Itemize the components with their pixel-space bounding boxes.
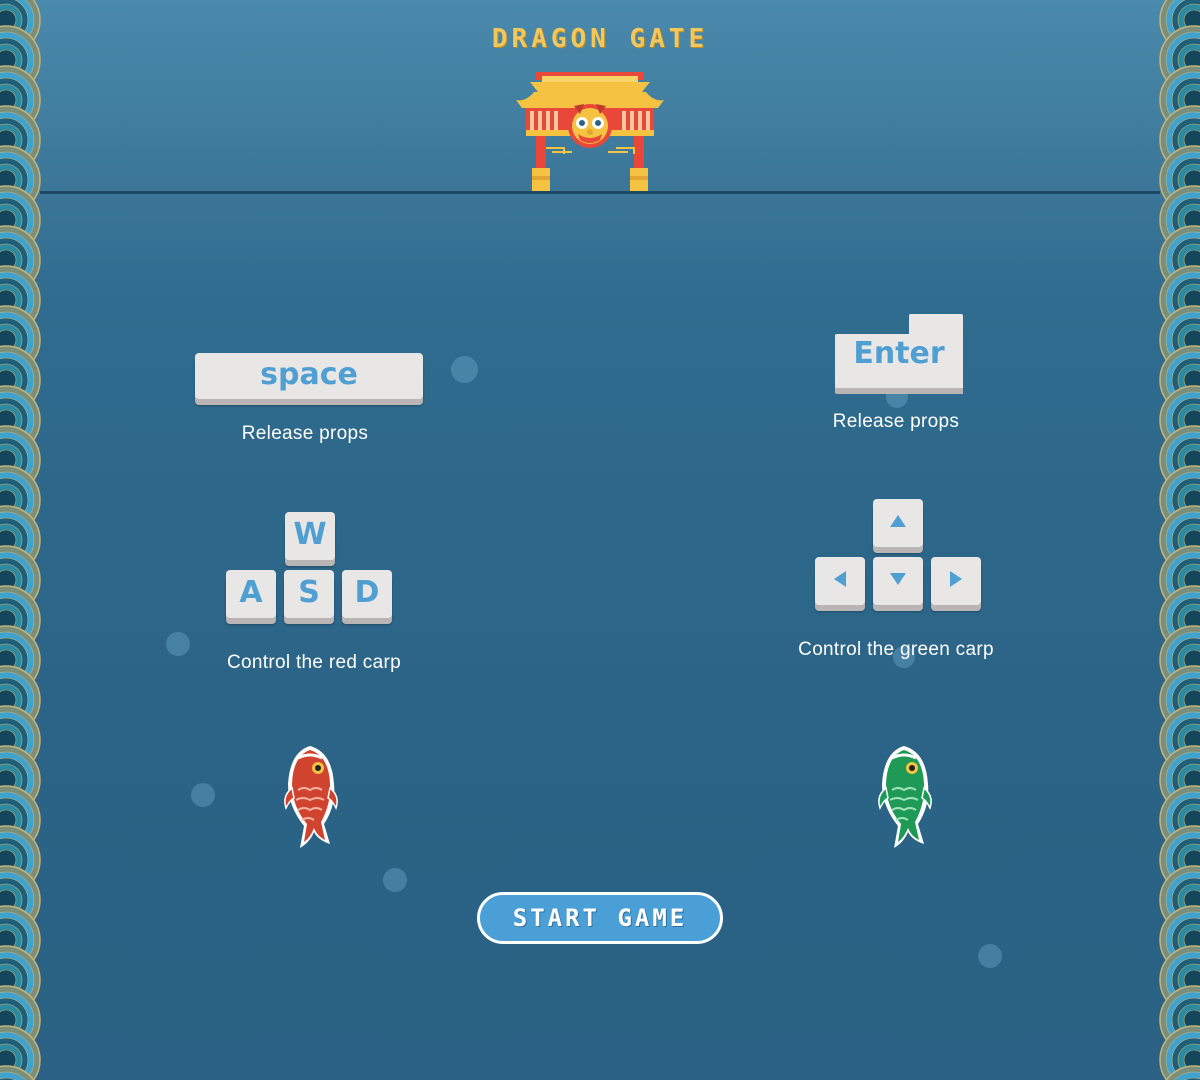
green-carp-icon [878, 746, 932, 848]
dragon-gate-icon [516, 72, 664, 192]
bubble [166, 632, 190, 656]
bubble [451, 356, 478, 383]
up-arrow-key [873, 499, 923, 547]
w-key: W [285, 512, 335, 560]
start-game-button[interactable]: START GAME [477, 892, 723, 944]
bubble [978, 944, 1002, 968]
water-surface-line [40, 191, 1160, 194]
red-carp-icon [284, 746, 338, 848]
green-move-caption: Control the green carp [798, 639, 994, 660]
bubble [191, 783, 215, 807]
space-key: space [195, 353, 423, 399]
right-arrow-icon [950, 571, 962, 587]
enter-key-label: Enter [853, 336, 945, 371]
bubble [383, 868, 407, 892]
s-key: S [284, 570, 334, 618]
green-props-caption: Release props [832, 411, 960, 432]
red-props-caption: Release props [241, 423, 369, 444]
left-wave-border [0, 0, 48, 1080]
game-title: DRAGON GATE [491, 24, 709, 54]
red-move-caption: Control the red carp [227, 652, 401, 673]
left-arrow-key [815, 557, 865, 605]
left-arrow-icon [834, 571, 846, 587]
right-arrow-key [931, 557, 981, 605]
down-arrow-key [873, 557, 923, 605]
up-arrow-icon [890, 515, 906, 527]
enter-key: Enter [835, 314, 963, 396]
d-key: D [342, 570, 392, 618]
down-arrow-icon [890, 573, 906, 585]
right-wave-border [1152, 0, 1200, 1080]
a-key: A [226, 570, 276, 618]
